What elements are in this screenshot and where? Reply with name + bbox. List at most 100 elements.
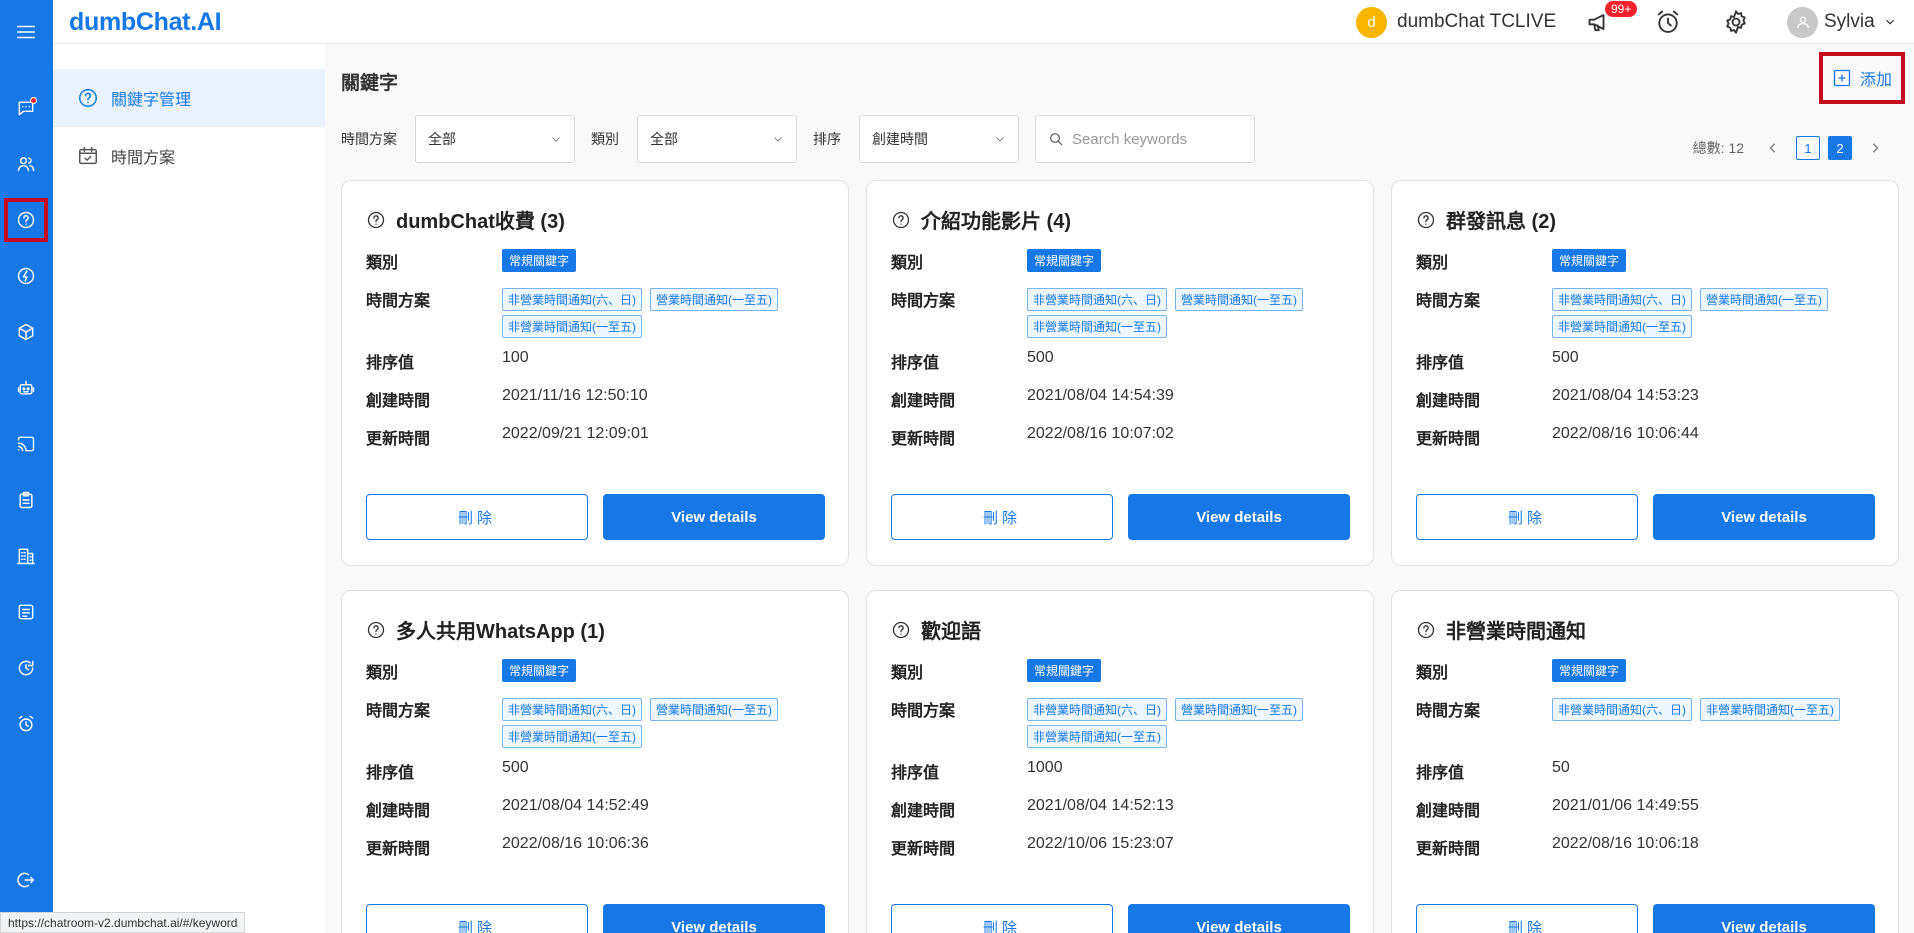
page-2-button[interactable]: 2 [1828, 136, 1852, 160]
bot-icon[interactable] [6, 368, 46, 408]
keyword-card-title: 群發訊息 (2) [1416, 205, 1556, 234]
time-plan-select-value: 全部 [428, 131, 456, 147]
user-avatar [1787, 6, 1818, 38]
time-plan-tag: 非營業時間通知(六、日) [1027, 698, 1167, 721]
category-select[interactable]: 全部 [637, 115, 797, 163]
sort-value-label: 排序值 [891, 355, 940, 372]
chevron-right-icon [1872, 143, 1879, 153]
category-label: 類別 [366, 665, 399, 682]
sync-icon[interactable] [6, 648, 46, 688]
created-time: 2021/08/04 14:52:49 [502, 797, 649, 814]
view-details-button[interactable]: View details [603, 904, 825, 933]
add-keyword-button[interactable]: 添加 [1819, 52, 1905, 104]
delete-button[interactable]: 刪除 [366, 494, 588, 540]
package-icon[interactable] [6, 312, 46, 352]
left-icon-rail [0, 0, 53, 933]
created-time-label: 創建時間 [1416, 803, 1481, 820]
user-menu[interactable]: Sylvia [1787, 0, 1897, 44]
category-filter-label: 類別 [591, 131, 619, 147]
chevron-left-icon [1769, 143, 1776, 153]
delete-button[interactable]: 刪除 [1416, 494, 1638, 540]
time-plan-tag: 非營業時間通知(六、日) [1027, 288, 1167, 311]
broadcast-icon[interactable] [6, 424, 46, 464]
time-plan-tags: 非營業時間通知(六、日) 營業時間通知(一至五) 非營業時間通知(一至五) [502, 288, 832, 338]
building-icon[interactable] [6, 536, 46, 576]
updated-time: 2022/09/21 12:09:01 [502, 425, 649, 442]
time-plan-label: 時間方案 [366, 293, 431, 310]
org-switcher[interactable]: d dumbChat TCLIVE [1356, 0, 1556, 44]
sort-value-label: 排序值 [1416, 765, 1465, 782]
keyword-card-title: 歡迎語 [891, 615, 981, 644]
sort-value-label: 排序值 [891, 765, 940, 782]
sort-select-value: 創建時間 [872, 131, 928, 147]
chat-icon[interactable] [6, 88, 46, 128]
settings-button[interactable] [1722, 0, 1750, 44]
time-plan-tags: 非營業時間通知(六、日) 營業時間通知(一至五) 非營業時間通知(一至五) [1027, 698, 1357, 748]
time-plan-tag: 非營業時間通知(一至五) [1027, 725, 1167, 748]
status-url: https://chatroom-v2.dumbchat.ai/#/keywor… [0, 912, 246, 933]
delete-button[interactable]: 刪除 [891, 494, 1113, 540]
sort-select[interactable]: 創建時間 [859, 115, 1019, 163]
keyword-name: 多人共用WhatsApp (1) [396, 621, 605, 643]
category-tag: 常規關鍵字 [1027, 249, 1102, 272]
time-plan-tag: 非營業時間通知(一至五) [502, 315, 642, 338]
sort-value: 100 [502, 349, 529, 366]
subnav-item-keyword-management[interactable]: 關鍵字管理 [53, 69, 325, 127]
announcement-button[interactable]: 99+ [1586, 0, 1639, 44]
app-logo[interactable]: dumbChat.AI [69, 8, 222, 37]
plus-square-icon [1833, 69, 1851, 87]
created-time-label: 創建時間 [891, 803, 956, 820]
category-select-value: 全部 [650, 131, 678, 147]
delete-button[interactable]: 刪除 [1416, 904, 1638, 933]
time-plan-tag: 非營業時間通知(六、日) [1552, 698, 1692, 721]
view-details-button[interactable]: View details [1128, 904, 1350, 933]
logout-icon[interactable] [6, 860, 46, 900]
alarm-button[interactable] [1654, 0, 1682, 44]
time-plan-tag: 營業時間通知(一至五) [650, 698, 778, 721]
user-name: Sylvia [1824, 11, 1875, 32]
updated-time: 2022/08/16 10:06:36 [502, 835, 649, 852]
category-tag: 常規關鍵字 [502, 249, 577, 272]
notification-badge: 99+ [1604, 0, 1639, 18]
category-label: 類別 [1416, 665, 1449, 682]
chevron-down-icon [996, 137, 1004, 142]
updated-time: 2022/08/16 10:07:02 [1027, 425, 1174, 442]
list-document-icon[interactable] [6, 592, 46, 632]
view-details-button[interactable]: View details [603, 494, 825, 540]
search-placeholder: Search keywords [1072, 130, 1188, 148]
updated-time: 2022/08/16 10:06:18 [1552, 835, 1699, 852]
delete-button[interactable]: 刪除 [891, 904, 1113, 933]
keyword-card-title: dumbChat收費 (3) [366, 205, 565, 234]
view-details-button[interactable]: View details [1653, 904, 1875, 933]
pagination: 總數: 12 1 2 [1693, 136, 1898, 160]
time-plan-select[interactable]: 全部 [415, 115, 575, 163]
contacts-icon[interactable] [6, 144, 46, 184]
next-page-button[interactable] [1864, 143, 1886, 153]
time-plan-label: 時間方案 [891, 703, 956, 720]
menu-icon[interactable] [6, 12, 46, 52]
keyword-help-icon[interactable] [4, 198, 48, 242]
keyword-card: 非營業時間通知 類別 常規關鍵字 時間方案 非營業時間通知(六、日) 非營業時間通… [1391, 590, 1899, 933]
time-plan-label: 時間方案 [1416, 703, 1481, 720]
sort-value: 50 [1552, 759, 1570, 776]
alarm-icon[interactable] [6, 704, 46, 744]
search-input[interactable]: Search keywords [1035, 115, 1255, 163]
automation-icon[interactable] [6, 256, 46, 296]
help-circle-icon [367, 211, 385, 228]
subnav-item-time-plan[interactable]: 時間方案 [53, 127, 325, 185]
category-label: 類別 [891, 665, 924, 682]
prev-page-button[interactable] [1762, 143, 1784, 153]
help-circle-icon [1417, 621, 1435, 638]
updated-time-label: 更新時間 [366, 841, 431, 858]
updated-time: 2022/08/16 10:06:44 [1552, 425, 1699, 442]
category-label: 類別 [366, 255, 399, 272]
gear-icon [1726, 10, 1746, 34]
category-label: 類別 [891, 255, 924, 272]
view-details-button[interactable]: View details [1653, 494, 1875, 540]
add-label: 添加 [1859, 72, 1892, 89]
page-1-button[interactable]: 1 [1796, 136, 1820, 160]
help-circle-icon [892, 621, 910, 638]
view-details-button[interactable]: View details [1128, 494, 1350, 540]
delete-button[interactable]: 刪除 [366, 904, 588, 933]
clipboard-icon[interactable] [6, 480, 46, 520]
